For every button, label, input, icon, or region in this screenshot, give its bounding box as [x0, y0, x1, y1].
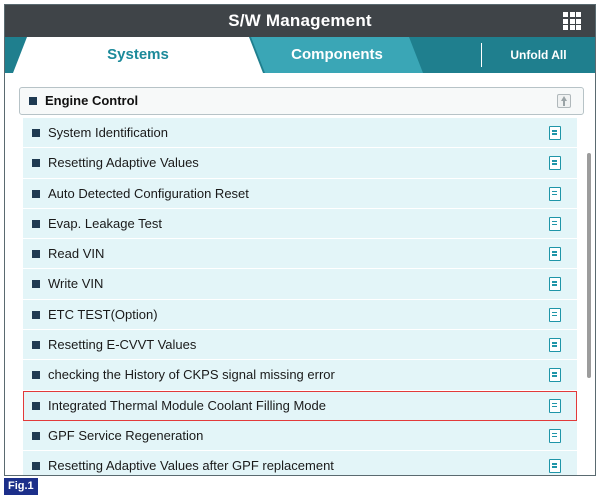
- bullet-square-icon: [29, 97, 37, 105]
- bullet-square-icon: [32, 280, 40, 289]
- list-item[interactable]: Resetting Adaptive Values after GPF repl…: [23, 451, 577, 475]
- bullet-square-icon: [32, 310, 40, 319]
- group-label: Engine Control: [45, 93, 139, 108]
- list-item-label: System Identification: [48, 125, 168, 140]
- list-item[interactable]: ETC TEST(Option): [23, 299, 577, 331]
- document-icon[interactable]: [549, 126, 561, 140]
- list-item-label: ETC TEST(Option): [48, 306, 158, 322]
- tab-bar: Components Systems Unfold All: [5, 37, 595, 73]
- list-item[interactable]: Integrated Thermal Module Coolant Fillin…: [23, 390, 577, 421]
- list-item-label: Evap. Leakage Test: [48, 215, 162, 231]
- bullet-square-icon: [32, 462, 40, 471]
- document-icon[interactable]: [549, 247, 561, 262]
- systems-panel: Engine Control System Identification Rese…: [5, 73, 595, 475]
- bullet-square-icon: [32, 371, 40, 380]
- document-icon[interactable]: [549, 156, 561, 171]
- tab-components[interactable]: Components: [251, 37, 423, 73]
- scrollbar-thumb[interactable]: [587, 153, 591, 378]
- list-item-label: Integrated Thermal Module Coolant Fillin…: [48, 397, 326, 413]
- list-item-label: Resetting Adaptive Values: [48, 155, 199, 171]
- list-item[interactable]: GPF Service Regeneration: [23, 420, 577, 452]
- grid-menu-icon[interactable]: [563, 12, 581, 30]
- bullet-square-icon: [32, 129, 40, 137]
- document-icon[interactable]: [549, 216, 561, 231]
- figure-label: Fig.1: [4, 478, 38, 495]
- app-window: S/W Management Components Systems Unfold…: [4, 4, 596, 476]
- document-icon[interactable]: [549, 186, 561, 201]
- title-bar: S/W Management: [5, 5, 595, 37]
- list-item-label: Auto Detected Configuration Reset: [48, 185, 249, 201]
- document-icon[interactable]: [549, 459, 561, 474]
- group-header-engine-control[interactable]: Engine Control: [19, 87, 584, 115]
- list-item-label: GPF Service Regeneration: [48, 427, 204, 443]
- list-item-label: checking the History of CKPS signal miss…: [48, 367, 335, 383]
- bullet-square-icon: [32, 401, 40, 410]
- document-icon[interactable]: [549, 398, 561, 413]
- document-icon[interactable]: [549, 338, 561, 353]
- function-list: System Identification Resetting Adaptive …: [23, 118, 577, 475]
- document-icon[interactable]: [549, 277, 561, 292]
- bullet-square-icon: [32, 159, 40, 168]
- list-item[interactable]: Evap. Leakage Test: [23, 208, 577, 240]
- list-item-label: Write VIN: [48, 276, 104, 292]
- list-item-label: Resetting E-CVVT Values: [48, 337, 197, 353]
- list-item[interactable]: Resetting E-CVVT Values: [23, 330, 577, 361]
- list-item[interactable]: Write VIN: [23, 269, 577, 300]
- bullet-square-icon: [32, 341, 40, 350]
- document-icon[interactable]: [549, 428, 561, 443]
- list-item[interactable]: Resetting Adaptive Values: [23, 148, 577, 179]
- bullet-square-icon: [32, 250, 40, 259]
- list-item-label: Read VIN: [48, 246, 105, 262]
- collapse-up-icon[interactable]: [557, 94, 571, 108]
- list-item[interactable]: Auto Detected Configuration Reset: [23, 178, 577, 209]
- window-title: S/W Management: [228, 11, 372, 30]
- tab-systems[interactable]: Systems: [13, 37, 263, 73]
- bullet-square-icon: [32, 431, 40, 440]
- bullet-square-icon: [32, 189, 40, 198]
- list-item-label: Resetting Adaptive Values after GPF repl…: [48, 458, 334, 474]
- document-icon[interactable]: [549, 307, 561, 322]
- document-icon[interactable]: [549, 368, 561, 383]
- list-item[interactable]: System Identification: [23, 118, 577, 149]
- unfold-all-button[interactable]: Unfold All: [481, 43, 595, 67]
- list-item[interactable]: Read VIN: [23, 239, 577, 270]
- list-item[interactable]: checking the History of CKPS signal miss…: [23, 360, 577, 391]
- bullet-square-icon: [32, 219, 40, 228]
